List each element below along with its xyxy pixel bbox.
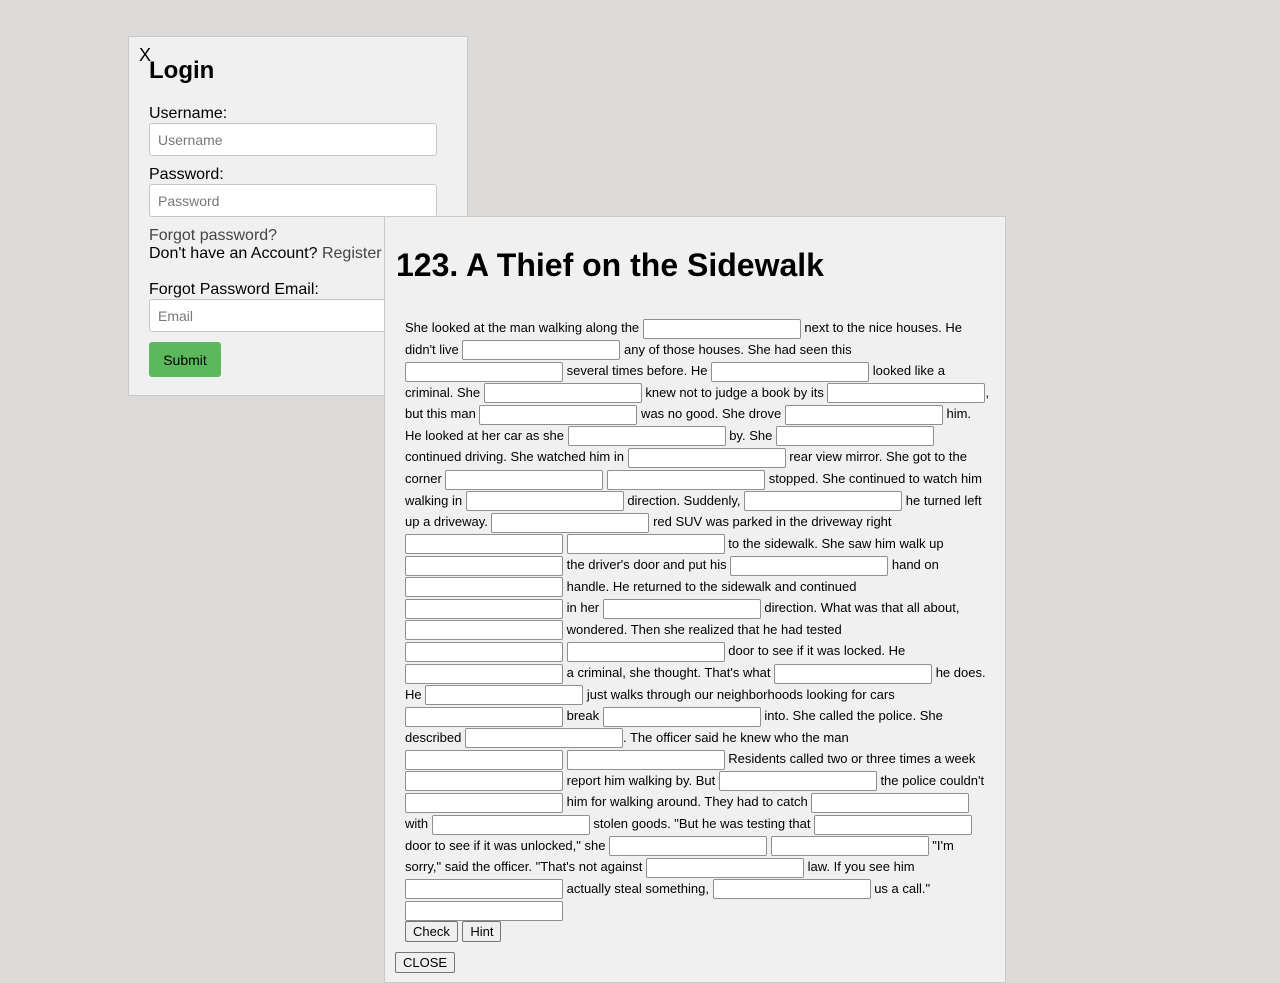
blank-input[interactable] <box>827 383 986 404</box>
blank-input[interactable] <box>405 792 563 813</box>
username-label: Username: <box>149 105 228 122</box>
story-text-segment: us a call." <box>870 880 931 896</box>
register-link[interactable]: Register <box>322 245 382 262</box>
story-text-segment: hand on <box>888 557 939 573</box>
blank-input[interactable] <box>405 620 563 641</box>
blank-input[interactable] <box>405 534 563 555</box>
blank-input[interactable] <box>405 555 563 576</box>
blank-input[interactable] <box>627 447 786 468</box>
blank-input[interactable] <box>607 469 766 490</box>
blank-input[interactable] <box>774 663 933 684</box>
story-text-segment: actually steal something, <box>563 880 713 896</box>
blank-input[interactable] <box>491 512 650 533</box>
story-text-segment: red SUV was parked in the driveway right <box>649 514 892 530</box>
blank-input[interactable] <box>566 642 725 662</box>
close-story-button[interactable]: CLOSE <box>395 952 456 973</box>
blank-input[interactable] <box>711 361 870 382</box>
blank-input[interactable] <box>445 469 604 490</box>
blank-input[interactable] <box>425 685 584 706</box>
blank-input[interactable] <box>405 749 563 770</box>
story-text-segment: a criminal, she thought. That's what <box>563 665 775 680</box>
blank-input[interactable] <box>609 836 768 857</box>
blank-input[interactable] <box>770 836 929 857</box>
blank-input[interactable] <box>718 771 877 792</box>
blank-input[interactable] <box>602 706 761 727</box>
story-text-segment: She looked at the man walking along the <box>405 320 643 335</box>
password-input[interactable] <box>149 184 437 217</box>
story-text-segment: report him walking by. But <box>563 772 719 788</box>
blank-input[interactable] <box>775 426 934 447</box>
username-input[interactable] <box>149 123 437 156</box>
story-text-segment: . The officer said he knew who the man <box>622 729 849 745</box>
blank-input[interactable] <box>566 534 725 555</box>
blank-input[interactable] <box>784 404 943 425</box>
story-text-segment: with <box>405 815 432 831</box>
story-text-segment: law. If you see him <box>804 859 915 875</box>
blank-input[interactable] <box>431 814 590 835</box>
blank-input[interactable] <box>567 426 726 447</box>
password-label: Password: <box>149 166 224 183</box>
blank-input[interactable] <box>405 642 563 662</box>
blank-input[interactable] <box>566 749 725 770</box>
forgot-email-label: Forgot Password Email: <box>149 281 319 298</box>
blank-input[interactable] <box>405 879 563 900</box>
blank-input[interactable] <box>712 879 871 900</box>
forgot-password-link[interactable]: Forgot password? <box>149 227 277 244</box>
blank-input[interactable] <box>405 361 563 382</box>
blank-input[interactable] <box>405 771 563 792</box>
story-text-segment: was no good. She drove <box>637 406 785 422</box>
check-button[interactable]: Check <box>405 921 458 942</box>
story-text-segment: the police couldn't <box>876 772 985 788</box>
blank-input[interactable] <box>464 728 623 749</box>
blank-input[interactable] <box>814 814 973 835</box>
blank-input[interactable] <box>405 598 563 619</box>
story-text-segment: door to see if it was locked. He <box>724 643 906 659</box>
blank-input[interactable] <box>744 491 903 512</box>
no-account-text: Don't have an Account? <box>149 245 318 262</box>
blank-input[interactable] <box>479 404 638 425</box>
story-panel: 123. A Thief on the Sidewalk She looked … <box>384 216 1006 983</box>
story-text-segment: the driver's door and put his <box>563 557 731 573</box>
blank-input[interactable] <box>602 598 761 619</box>
story-text-segment: to the sidewalk. She saw him walk up <box>724 535 944 551</box>
blank-input[interactable] <box>483 383 642 404</box>
blank-input[interactable] <box>405 900 563 921</box>
story-text-segment: any of those houses. She had seen this <box>620 341 852 357</box>
submit-button[interactable]: Submit <box>149 342 221 377</box>
blank-input[interactable] <box>465 491 624 512</box>
story-text-segment: wondered. Then she realized that he had … <box>563 621 842 637</box>
story-text-segment: knew not to judge a book by its <box>641 384 828 400</box>
story-text-segment: door to see if it was unlocked," she <box>405 837 610 853</box>
story-text-segment: just walks through our neighborhoods loo… <box>583 686 895 702</box>
blank-input[interactable] <box>462 340 621 361</box>
story-text-segment: Residents called two or three times a we… <box>724 751 976 767</box>
story-text-segment: direction. What was that all about, <box>760 600 960 616</box>
story-text-segment: break <box>563 708 603 724</box>
story-text-segment: in her <box>563 600 603 616</box>
story-buttons: Check Hint <box>405 921 502 942</box>
hint-button[interactable]: Hint <box>462 921 502 942</box>
blank-input[interactable] <box>405 663 563 684</box>
story-text-segment: stolen goods. "But he was testing that <box>589 815 815 831</box>
blank-input[interactable] <box>642 318 801 339</box>
story-text-segment: him for walking around. They had to catc… <box>563 794 812 810</box>
story-text-segment: continued driving. She watched him in <box>405 449 628 465</box>
login-title: Login <box>149 57 215 84</box>
story-text-segment: direction. Suddenly, <box>623 492 745 508</box>
blank-input[interactable] <box>405 706 563 727</box>
story-text-segment: by. She <box>725 427 776 443</box>
story-text-segment: handle. He returned to the sidewalk and … <box>563 578 857 594</box>
blank-input[interactable] <box>646 857 805 878</box>
blank-input[interactable] <box>730 555 889 576</box>
blank-input[interactable] <box>811 792 970 813</box>
blank-input[interactable] <box>405 577 563 598</box>
cloze-text: She looked at the man walking along the … <box>405 317 990 921</box>
story-text-segment: several times before. He <box>563 363 712 379</box>
story-title: 123. A Thief on the Sidewalk <box>396 247 824 283</box>
